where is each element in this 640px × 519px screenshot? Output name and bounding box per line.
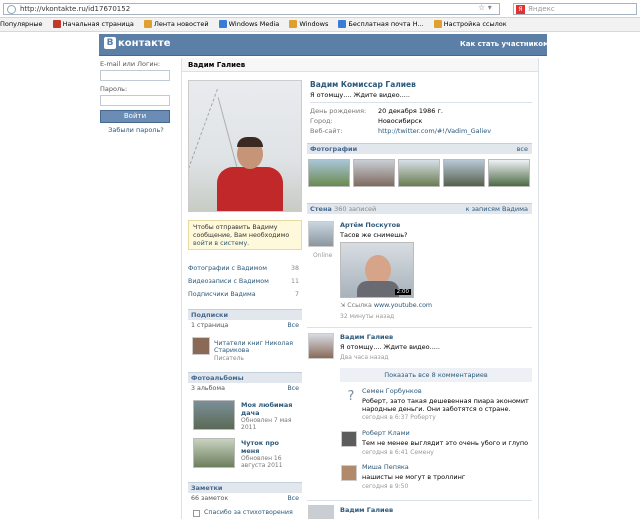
question-icon: ? xyxy=(347,389,355,404)
videos-with-link[interactable]: Видеозаписи с Вадимом 11 xyxy=(188,276,302,287)
video-duration: 2:00 xyxy=(394,289,411,295)
bookmark-icon xyxy=(52,20,61,28)
status-text: Я отомщу.... Ждите видео..... xyxy=(310,91,410,99)
photos-with-link[interactable]: Фотографии с Вадимом 38 xyxy=(188,263,302,274)
album-updated: Обновлен 7 мая 2011 xyxy=(241,417,292,431)
subscriptions-all-link[interactable]: Все xyxy=(287,321,299,331)
album-title[interactable]: Моя любимая дача xyxy=(241,401,299,417)
yandex-icon: Я xyxy=(516,5,525,14)
bookmark-item[interactable]: Популярные xyxy=(0,18,43,31)
photos-all-link[interactable]: все xyxy=(517,144,528,155)
comment-date: сегодня в 6:37 Роберту xyxy=(362,414,436,421)
notes-all-link[interactable]: Все xyxy=(287,494,299,504)
photo-thumbnail[interactable] xyxy=(308,159,350,187)
post-author[interactable]: Вадим Галиев xyxy=(340,333,393,341)
comment-text: Роберт, зато такая дешевенная пиара экон… xyxy=(362,397,529,413)
avatar[interactable] xyxy=(341,465,357,481)
bookmark-item[interactable]: Начальная страница xyxy=(52,18,134,31)
photos-header[interactable]: Фотографии все xyxy=(307,143,532,154)
notes-count: 66 заметок Все xyxy=(191,494,299,504)
album-updated: Обновлен 16 августа 2011 xyxy=(241,455,283,469)
album-title[interactable]: Чуток про меня xyxy=(241,439,299,455)
bookmark-star-icon[interactable]: ☆ ▾ xyxy=(478,3,500,15)
albums-all-link[interactable]: Все xyxy=(287,384,299,394)
post-text: Я отомщу.... Ждите видео..... xyxy=(340,343,440,351)
photo-thumbnail[interactable] xyxy=(353,159,395,187)
search-input[interactable]: Я Яндекс xyxy=(513,3,637,15)
windows-icon xyxy=(338,20,347,28)
albums-count: 3 альбома Все xyxy=(191,384,299,394)
email-field[interactable] xyxy=(100,70,170,81)
forgot-password-link[interactable]: Забыли пароль? xyxy=(100,126,172,134)
avatar[interactable] xyxy=(308,505,334,519)
folder-icon xyxy=(433,20,442,28)
wall-header[interactable]: Стена 360 записей к записям Вадима xyxy=(307,203,532,214)
album-cover[interactable] xyxy=(193,400,235,430)
albums-header[interactable]: Фотоальбомы xyxy=(188,372,302,383)
login-button[interactable]: Войти xyxy=(100,110,170,123)
password-field[interactable] xyxy=(100,95,170,106)
photo-thumbnail[interactable] xyxy=(398,159,440,187)
avatar[interactable] xyxy=(308,221,334,247)
password-label: Пароль: xyxy=(100,85,128,93)
windows-icon xyxy=(218,20,227,28)
bookmark-item[interactable]: Бесплатная почта H... xyxy=(338,18,424,31)
note-icon xyxy=(193,510,200,517)
post-author[interactable]: Артём Поскутов xyxy=(340,221,400,229)
comment-author[interactable]: Миша Пепяка xyxy=(362,463,409,471)
login-form: E-mail или Логин: Пароль: Войти Забыли п… xyxy=(100,58,172,138)
subscriptions-count: 1 страница Все xyxy=(191,321,299,331)
bookmark-item[interactable]: Настройка ссылок xyxy=(433,18,507,31)
page-title: Вадим Галиев xyxy=(182,58,538,72)
avatar[interactable] xyxy=(341,431,357,447)
comment-author[interactable]: Роберт Клами xyxy=(362,429,410,437)
video-thumbnail[interactable]: 2:00 xyxy=(340,242,414,298)
address-bar[interactable]: http://vkontakte.ru/id17670152 xyxy=(3,3,500,15)
folder-icon xyxy=(143,20,152,28)
full-name: Вадим Комиссар Галиев xyxy=(310,80,416,89)
subscription-role: Писатель xyxy=(214,355,244,362)
comment-author[interactable]: Семен Горбунков xyxy=(362,387,422,395)
online-status: Online xyxy=(313,252,333,259)
login-link[interactable]: войти в систему. xyxy=(193,240,249,247)
bookmark-item[interactable]: Windows xyxy=(289,18,328,31)
folder-icon xyxy=(289,20,298,28)
followers-link[interactable]: Подписчики Вадима 7 xyxy=(188,289,302,300)
post-author[interactable]: Вадим Галиев xyxy=(340,506,393,514)
comment-date: сегодня в 6:41 Семену xyxy=(362,449,434,456)
url-text: http://vkontakte.ru/id17670152 xyxy=(20,5,131,13)
photo-thumbnail[interactable] xyxy=(443,159,485,187)
comment-date: сегодня в 9:50 xyxy=(362,483,409,490)
comment-text: нашисты не могут в троллинг xyxy=(362,473,466,481)
post-date: 32 минуты назад xyxy=(340,313,395,320)
comment-text: Тем не менее выглядит это очень убого и … xyxy=(362,439,529,447)
show-comments-button[interactable]: Показать все 8 комментариев xyxy=(340,368,532,382)
notes-header[interactable]: Заметки xyxy=(188,482,302,493)
post-date: Два часа назад xyxy=(340,354,389,361)
email-label: E-mail или Логин: xyxy=(100,60,161,68)
bookmarks-bar: Популярные Начальная страница Лента ново… xyxy=(0,18,640,32)
subscription-name[interactable]: Читатели книг Николая Старикова xyxy=(214,340,300,354)
bookmark-item[interactable]: Windows Media xyxy=(218,18,279,31)
post-link[interactable]: ⇲ Ссылка www.youtube.com xyxy=(340,302,432,309)
album-cover[interactable] xyxy=(193,438,235,468)
profile-photo[interactable] xyxy=(188,80,302,212)
bookmark-item[interactable]: Лента новостей xyxy=(143,18,209,31)
website-link[interactable]: http://twitter.com/#!/Vadim_Galiev xyxy=(378,126,491,136)
post-text: Тасов же снимешь? xyxy=(340,231,408,239)
wall-filter-link[interactable]: к записям Вадима xyxy=(466,204,528,215)
note-title[interactable]: Спасибо за стихотворения xyxy=(204,509,293,516)
subscriptions-header[interactable]: Подписки xyxy=(188,309,302,320)
photo-thumbnail[interactable] xyxy=(488,159,530,187)
how-to-join-link[interactable]: Как стать участником? xyxy=(460,40,553,48)
site-logo[interactable]: Bконтакте xyxy=(104,37,170,51)
globe-icon xyxy=(7,5,16,14)
avatar[interactable] xyxy=(308,333,334,359)
send-message-notice: Чтобы отправить Вадиму сообщение, Вам не… xyxy=(188,220,302,250)
subscription-avatar[interactable] xyxy=(192,337,210,355)
